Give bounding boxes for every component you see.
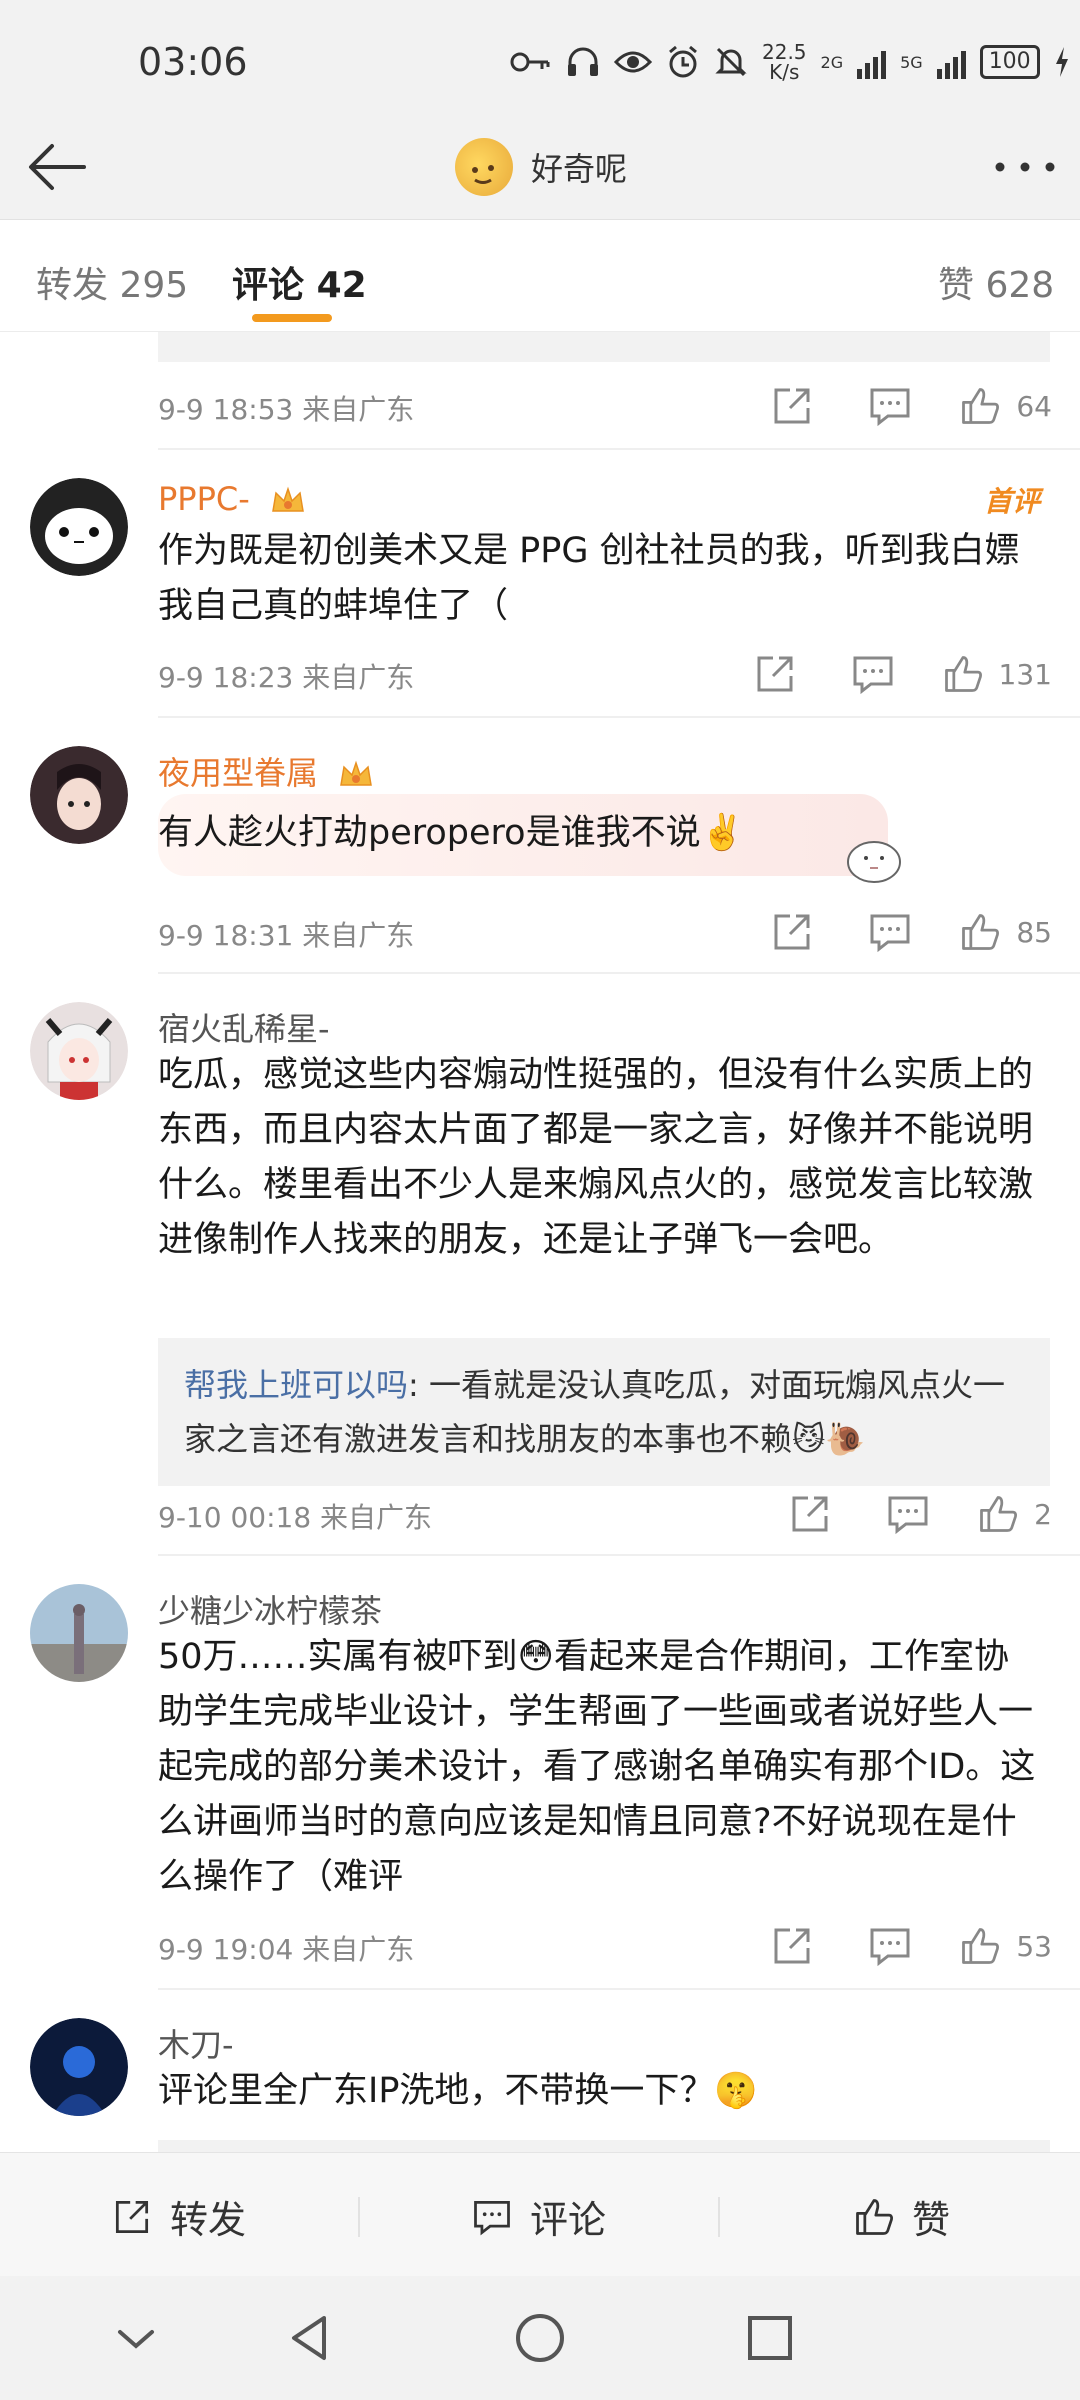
share-icon[interactable] xyxy=(786,1490,834,1538)
comment-username[interactable]: 少糖少冰柠檬茶 xyxy=(158,1586,382,1632)
vip-crown-icon xyxy=(272,486,304,512)
like-button[interactable]: 53 xyxy=(958,1924,1052,1968)
divider xyxy=(158,1554,1080,1556)
comment-text: 有人趁火打劫peropero是谁我不说✌️ xyxy=(158,813,745,853)
repost-button[interactable]: 转发 xyxy=(110,2189,246,2244)
chevron-down-icon[interactable] xyxy=(108,2310,164,2366)
user-avatar[interactable] xyxy=(30,478,128,576)
comment-bubble-wrap: 有人趁火打劫peropero是谁我不说✌️ xyxy=(0,794,1080,884)
author-avatar xyxy=(455,138,513,196)
back-arrow-icon[interactable] xyxy=(22,132,92,202)
comment-text: 吃瓜，感觉这些内容煽动性挺强的，但没有什么实质上的东西，而且内容太片面了都是一家… xyxy=(158,1055,1034,1260)
thumbs-up-icon xyxy=(962,1928,1000,1964)
status-time: 03:06 xyxy=(138,40,248,84)
user-avatar[interactable] xyxy=(30,1584,128,1682)
back-triangle-icon[interactable] xyxy=(282,2310,338,2366)
reply-quote-box xyxy=(158,2140,1050,2152)
comment-text: 作为既是初创美术又是 PPG 创社社员的我，听到我白嫖我自己真的蚌埠住了（ xyxy=(158,531,1020,626)
comment-actions: 131 xyxy=(701,650,1052,698)
tab-comment[interactable]: 评论 42 xyxy=(232,256,367,308)
home-circle-icon[interactable] xyxy=(512,2310,568,2366)
comment-icon[interactable] xyxy=(866,382,914,430)
share-icon[interactable] xyxy=(768,1922,816,1970)
like-button[interactable]: 85 xyxy=(958,910,1052,954)
comment-button[interactable]: 评论 xyxy=(470,2189,606,2244)
top-app-bar: 好奇呢 xyxy=(0,120,1080,220)
headphones-icon xyxy=(568,47,598,76)
tab-bar: 转发 295 评论 42 赞 628 xyxy=(0,220,1080,332)
like-button[interactable]: 64 xyxy=(958,384,1052,428)
vip-crown-icon xyxy=(340,760,373,786)
thumbs-up-icon xyxy=(962,914,1000,950)
battery-indicator: 100 xyxy=(979,45,1040,79)
comment-username[interactable]: 宿火乱稀星- xyxy=(158,1004,330,1050)
reply-quote-box xyxy=(158,332,1050,362)
comment-username[interactable]: 木刀- xyxy=(158,2020,234,2066)
sub-reply-box[interactable]: 帮我上班可以吗: 一看就是没认真吃瓜，对面玩煽风点火一家之言还有激进发言和找朋友… xyxy=(158,1338,1050,1486)
comment-feed[interactable]: 9-9 18:53 来自广东 64 PPPC- 首评 作为既是初创美术又是 PP… xyxy=(0,332,1080,2152)
like-button[interactable]: 2 xyxy=(976,1492,1052,1536)
comment-text: 评论里全广东IP洗地，不带换一下？🤫 xyxy=(158,2071,759,2111)
share-icon[interactable] xyxy=(768,908,816,956)
mute-bell-icon xyxy=(715,47,747,77)
comment-meta: 9-10 00:18 来自广东 xyxy=(158,1501,433,1534)
comment-icon[interactable] xyxy=(849,650,897,698)
thumbs-up-icon xyxy=(944,656,982,692)
comment-icon[interactable] xyxy=(884,1490,932,1538)
thumbs-up-icon xyxy=(980,1496,1018,1532)
key-icon xyxy=(510,52,550,72)
bottom-action-bar: 转发 评论 赞 xyxy=(0,2152,1080,2276)
comment-actions: 2 xyxy=(736,1490,1052,1538)
network-type-2: 5G xyxy=(900,52,923,72)
user-avatar[interactable] xyxy=(30,2018,128,2116)
thumbs-up-icon xyxy=(856,2198,893,2235)
comment-username[interactable]: 夜用型眷属 xyxy=(158,748,374,794)
comment-actions: 64 xyxy=(718,382,1052,430)
recents-square-icon[interactable] xyxy=(742,2310,798,2366)
status-bar: 03:06 22.5 K/s 2G 5G 100 xyxy=(0,0,1080,120)
active-tab-indicator xyxy=(252,314,332,322)
thumbs-up-icon xyxy=(962,388,1000,424)
charging-icon xyxy=(1055,47,1068,77)
comment-meta: 9-9 19:04 来自广东 xyxy=(158,1933,415,1966)
divider xyxy=(158,1988,1080,1990)
eye-icon xyxy=(614,51,652,73)
user-avatar[interactable] xyxy=(30,1002,128,1100)
like-button[interactable]: 131 xyxy=(941,652,1052,696)
tab-like[interactable]: 赞 628 xyxy=(938,256,1054,308)
sub-reply-username[interactable]: 帮我上班可以吗 xyxy=(184,1366,408,1404)
separator xyxy=(718,2197,720,2237)
alarm-icon xyxy=(669,45,697,78)
status-icons: 22.5 K/s 2G 5G 100 xyxy=(510,42,1070,82)
divider xyxy=(158,716,1080,718)
separator xyxy=(358,2197,360,2237)
comment-username[interactable]: PPPC- xyxy=(158,480,306,518)
comment-text: 50万……实属有被吓到😳看起来是合作期间，工作室协助学生完成毕业设计，学生帮画了… xyxy=(158,1637,1036,1897)
comment-meta: 9-9 18:53 来自广东 xyxy=(158,393,415,426)
comment-actions: 53 xyxy=(718,1922,1052,1970)
share-icon xyxy=(115,2200,149,2233)
system-nav-bar xyxy=(0,2276,1080,2400)
like-post-button[interactable]: 赞 xyxy=(852,2189,950,2244)
comment-meta: 9-9 18:23 来自广东 xyxy=(158,661,415,694)
comment-icon[interactable] xyxy=(866,1922,914,1970)
tab-repost[interactable]: 转发 295 xyxy=(36,256,188,308)
author-name: 好奇呢 xyxy=(531,150,628,188)
header-title-group[interactable]: 好奇呢 xyxy=(455,138,627,196)
first-comment-badge: 首评 xyxy=(983,485,1040,518)
share-icon[interactable] xyxy=(751,650,799,698)
divider xyxy=(158,448,1080,450)
divider xyxy=(158,972,1080,974)
comment-icon[interactable] xyxy=(866,908,914,956)
network-type-1: 2G xyxy=(820,52,844,72)
comment-icon xyxy=(474,2200,510,2235)
share-icon[interactable] xyxy=(768,382,816,430)
signal-icon xyxy=(857,45,887,79)
more-options-icon[interactable] xyxy=(990,152,1060,182)
network-speed: 22.5 K/s xyxy=(762,40,807,84)
comment-actions: 85 xyxy=(718,908,1052,956)
signal-icon-2 xyxy=(936,45,966,79)
comment-meta: 9-9 18:31 来自广东 xyxy=(158,919,415,952)
